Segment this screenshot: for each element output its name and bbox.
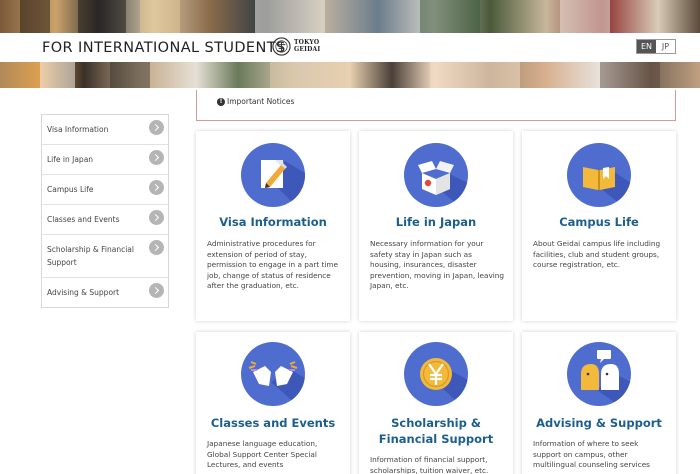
chevron-right-icon: [149, 150, 164, 165]
card-visa-information[interactable]: Visa Information Administrative procedur…: [196, 131, 350, 321]
chevron-right-icon: [149, 240, 164, 255]
chevron-right-icon: [149, 120, 164, 135]
chevron-right-icon: [149, 283, 164, 298]
university-seal-icon: [272, 37, 291, 56]
sidebar-nav: Visa Information Life in Japan Campus Li…: [41, 114, 169, 308]
clapping-hands-icon: [241, 342, 305, 406]
document-pen-icon: [241, 143, 305, 207]
sidebar-item-advising-support[interactable]: Advising & Support: [42, 278, 168, 307]
card-title: Life in Japan: [395, 215, 477, 229]
card-description: About Geidai campus life including facil…: [533, 239, 661, 269]
sidebar-item-visa-information[interactable]: Visa Information: [42, 115, 168, 145]
chevron-right-icon: [149, 180, 164, 195]
open-box-icon: [404, 143, 468, 207]
card-description: Information of financial support, schola…: [370, 455, 489, 474]
important-notices-label[interactable]: Important Notices: [227, 97, 294, 106]
card-description: Japanese language education, Global Supp…: [207, 439, 318, 469]
card-scholarship[interactable]: Scholarship & Financial Support Informat…: [359, 332, 513, 474]
lang-en-button[interactable]: EN: [637, 40, 656, 53]
sidebar-item-label: Life in Japan: [47, 155, 94, 164]
logo-line-2: GEIDAI: [294, 46, 321, 53]
exclamation-circle-icon: !: [217, 98, 225, 106]
card-advising-support[interactable]: Advising & Support Information of where …: [522, 332, 676, 474]
lang-jp-button[interactable]: JP: [656, 40, 675, 53]
university-logo-text: TOKYO GEIDAI: [294, 39, 320, 53]
sidebar-item-label: Scholarship & Financial Support: [47, 245, 134, 267]
language-switch: EN JP: [636, 39, 676, 54]
logo-line-1: TOKYO: [294, 39, 320, 46]
header-photo-bottom: [0, 62, 700, 88]
book-icon: [567, 143, 631, 207]
sidebar-item-scholarship[interactable]: Scholarship & Financial Support: [42, 235, 168, 278]
consultation-icon: [567, 342, 631, 406]
header-banner: FOR INTERNATIONAL STUDENTS TOKYO GEIDAI …: [0, 0, 700, 90]
card-title: Classes and Events: [210, 416, 336, 430]
chevron-right-icon: [149, 210, 164, 225]
site-title[interactable]: FOR INTERNATIONAL STUDENTS: [42, 40, 286, 56]
card-description: Information of where to seek support on …: [533, 439, 650, 469]
sidebar-item-campus-life[interactable]: Campus Life: [42, 175, 168, 205]
sidebar-item-label: Campus Life: [47, 185, 94, 194]
card-description: Necessary information for your safety st…: [370, 239, 505, 290]
important-notices-bar[interactable]: ! Important Notices: [196, 90, 676, 121]
card-description: Administrative procedures for extension …: [207, 239, 339, 290]
sidebar-item-label: Classes and Events: [47, 215, 120, 224]
card-title: Advising & Support: [536, 416, 662, 430]
sidebar-item-life-in-japan[interactable]: Life in Japan: [42, 145, 168, 175]
header-photo-top: [0, 0, 700, 33]
card-title: Visa Information: [219, 215, 327, 229]
sidebar-item-classes-and-events[interactable]: Classes and Events: [42, 205, 168, 235]
sidebar-item-label: Visa Information: [47, 125, 109, 134]
card-life-in-japan[interactable]: Life in Japan Necessary information for …: [359, 131, 513, 321]
card-title: Campus Life: [559, 215, 639, 229]
title-bar: FOR INTERNATIONAL STUDENTS TOKYO GEIDAI …: [0, 33, 700, 62]
card-title: Scholarship & Financial Support: [378, 416, 494, 446]
sidebar-item-label: Advising & Support: [47, 288, 120, 297]
card-campus-life[interactable]: Campus Life About Geidai campus life inc…: [522, 131, 676, 321]
card-classes-and-events[interactable]: Classes and Events Japanese language edu…: [196, 332, 350, 474]
yen-coin-icon: [404, 342, 468, 406]
